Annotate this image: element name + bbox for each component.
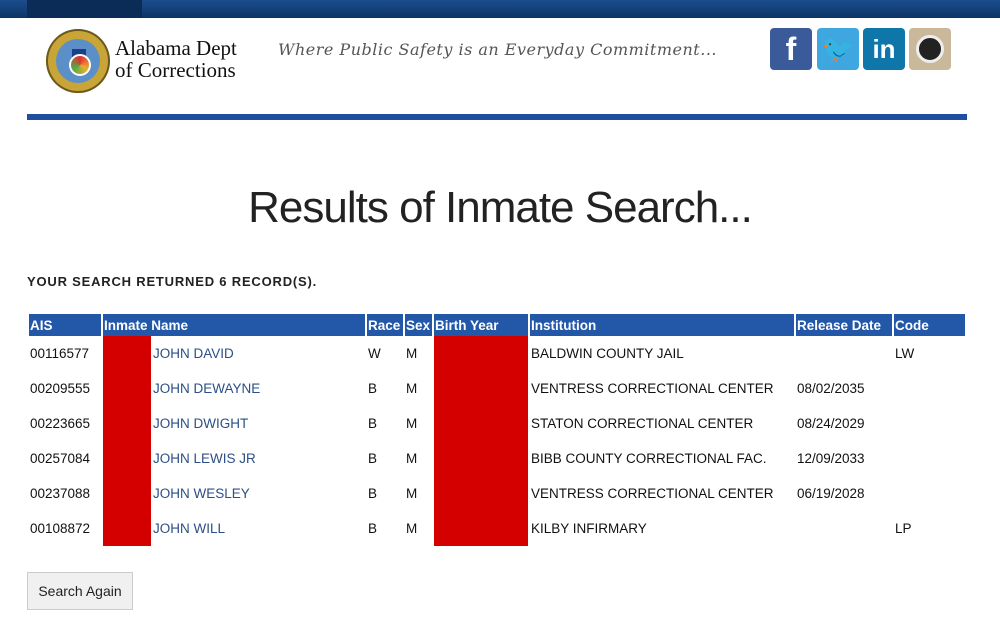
- table-row: 00237088 JOHN WESLEY B M VENTRESS CORRECTION…: [29, 476, 965, 511]
- sex-cell: M: [406, 521, 418, 536]
- release-date-cell: 08/24/2029: [797, 416, 865, 431]
- inmate-name-link[interactable]: JOHN DWIGHT: [153, 416, 248, 431]
- table-row: 00108872 JOHN WILL B M KILBY INFIRMARY LP: [29, 511, 965, 546]
- institution-cell: KILBY INFIRMARY: [531, 521, 647, 536]
- race-cell: B: [368, 451, 378, 466]
- redacted-birth-year: [434, 511, 528, 546]
- code-cell: [894, 371, 965, 406]
- race-cell: B: [368, 381, 378, 396]
- column-header-release-date: Release Date: [796, 314, 892, 336]
- inmate-name-link[interactable]: JOHN LEWIS JR: [153, 451, 256, 466]
- column-header-inmate-name: Inmate Name: [103, 314, 365, 336]
- inmate-name-link[interactable]: JOHN DAVID: [153, 346, 234, 361]
- top-nav-segment[interactable]: [27, 0, 142, 18]
- ais-cell: 00108872: [30, 521, 91, 536]
- release-date-cell: 06/19/2028: [797, 486, 865, 501]
- table-row: 00223665 JOHN DWIGHT B M STATON CORRECTIONAL…: [29, 406, 965, 441]
- institution-cell: STATON CORRECTIONAL CENTER: [531, 416, 754, 431]
- release-date-cell: [796, 511, 892, 546]
- twitter-icon[interactable]: 🐦: [817, 28, 859, 70]
- inmate-name-cell: JOHN WILL: [103, 511, 365, 546]
- race-cell: W: [368, 346, 381, 361]
- adoc-seal-logo[interactable]: [46, 29, 110, 93]
- redacted-birth-year: [434, 371, 528, 406]
- column-header-institution: Institution: [530, 314, 794, 336]
- redacted-first-name: [103, 336, 151, 371]
- ais-cell: 00209555: [30, 381, 91, 396]
- top-nav-bar: [0, 0, 1000, 18]
- column-header-race: Race: [367, 314, 403, 336]
- race-cell: B: [368, 521, 378, 536]
- race-cell: B: [368, 486, 378, 501]
- inmate-name-link[interactable]: JOHN WESLEY: [153, 486, 250, 501]
- page-title: Results of Inmate Search...: [248, 183, 753, 232]
- institution-cell: VENTRESS CORRECTIONAL CENTER: [531, 486, 774, 501]
- column-header-code: Code: [894, 314, 965, 336]
- release-date-cell: 12/09/2033: [797, 451, 865, 466]
- inmate-name-link[interactable]: JOHN WILL: [153, 521, 225, 536]
- release-date-cell: 08/02/2035: [797, 381, 865, 396]
- code-cell: [894, 406, 965, 441]
- redacted-first-name: [103, 371, 151, 406]
- redacted-first-name: [103, 476, 151, 511]
- institution-cell: BIBB COUNTY CORRECTIONAL FAC.: [531, 451, 767, 466]
- redacted-first-name: [103, 406, 151, 441]
- sex-cell: M: [406, 451, 418, 466]
- header-divider: [27, 114, 967, 120]
- search-again-button[interactable]: Search Again: [27, 572, 133, 610]
- ais-cell: 00223665: [30, 416, 91, 431]
- code-cell: LW: [895, 346, 915, 361]
- redacted-first-name: [103, 511, 151, 546]
- redacted-birth-year: [434, 476, 528, 511]
- tagline: Where Public Safety is an Everyday Commi…: [278, 40, 717, 59]
- inmate-name-cell: JOHN WESLEY: [103, 476, 365, 511]
- sex-cell: M: [406, 346, 418, 361]
- facebook-icon[interactable]: f: [770, 28, 812, 70]
- instagram-icon[interactable]: [909, 28, 951, 70]
- redacted-birth-year: [434, 406, 528, 441]
- inmate-name-link[interactable]: JOHN DEWAYNE: [153, 381, 260, 396]
- table-row: 00116577 JOHN DAVID W M BALDWIN COUNTY JAIL L…: [29, 336, 965, 371]
- result-count: YOUR SEARCH RETURNED 6 RECORD(S).: [27, 274, 318, 289]
- linkedin-icon[interactable]: in: [863, 28, 905, 70]
- column-header-sex: Sex: [405, 314, 432, 336]
- inmate-name-cell: JOHN DEWAYNE: [103, 371, 365, 406]
- sex-cell: M: [406, 381, 418, 396]
- race-cell: B: [368, 416, 378, 431]
- redacted-birth-year: [434, 441, 528, 476]
- code-cell: LP: [895, 521, 912, 536]
- redacted-birth-year: [434, 336, 528, 371]
- code-cell: [894, 441, 965, 476]
- inmate-name-cell: JOHN LEWIS JR: [103, 441, 365, 476]
- brand-name[interactable]: Alabama Dept of Corrections: [115, 37, 237, 81]
- redacted-first-name: [103, 441, 151, 476]
- column-header-ais: AIS: [29, 314, 101, 336]
- institution-cell: VENTRESS CORRECTIONAL CENTER: [531, 381, 774, 396]
- column-header-birth-year: Birth Year: [434, 314, 528, 336]
- results-table: AIS Inmate Name Race Sex Birth Year Inst…: [27, 314, 967, 546]
- ais-cell: 00237088: [30, 486, 91, 501]
- table-header-row: AIS Inmate Name Race Sex Birth Year Inst…: [29, 314, 965, 336]
- code-cell: [894, 476, 965, 511]
- release-date-cell: [796, 336, 892, 371]
- table-row: 00257084 JOHN LEWIS JR B M BIBB COUNTY CORRE…: [29, 441, 965, 476]
- inmate-name-cell: JOHN DWIGHT: [103, 406, 365, 441]
- table-row: 00209555 JOHN DEWAYNE B M VENTRESS CORRECTIO…: [29, 371, 965, 406]
- sex-cell: M: [406, 416, 418, 431]
- ais-cell: 00116577: [30, 346, 90, 361]
- institution-cell: BALDWIN COUNTY JAIL: [531, 346, 684, 361]
- ais-cell: 00257084: [30, 451, 91, 466]
- inmate-name-cell: JOHN DAVID: [103, 336, 365, 371]
- sex-cell: M: [406, 486, 418, 501]
